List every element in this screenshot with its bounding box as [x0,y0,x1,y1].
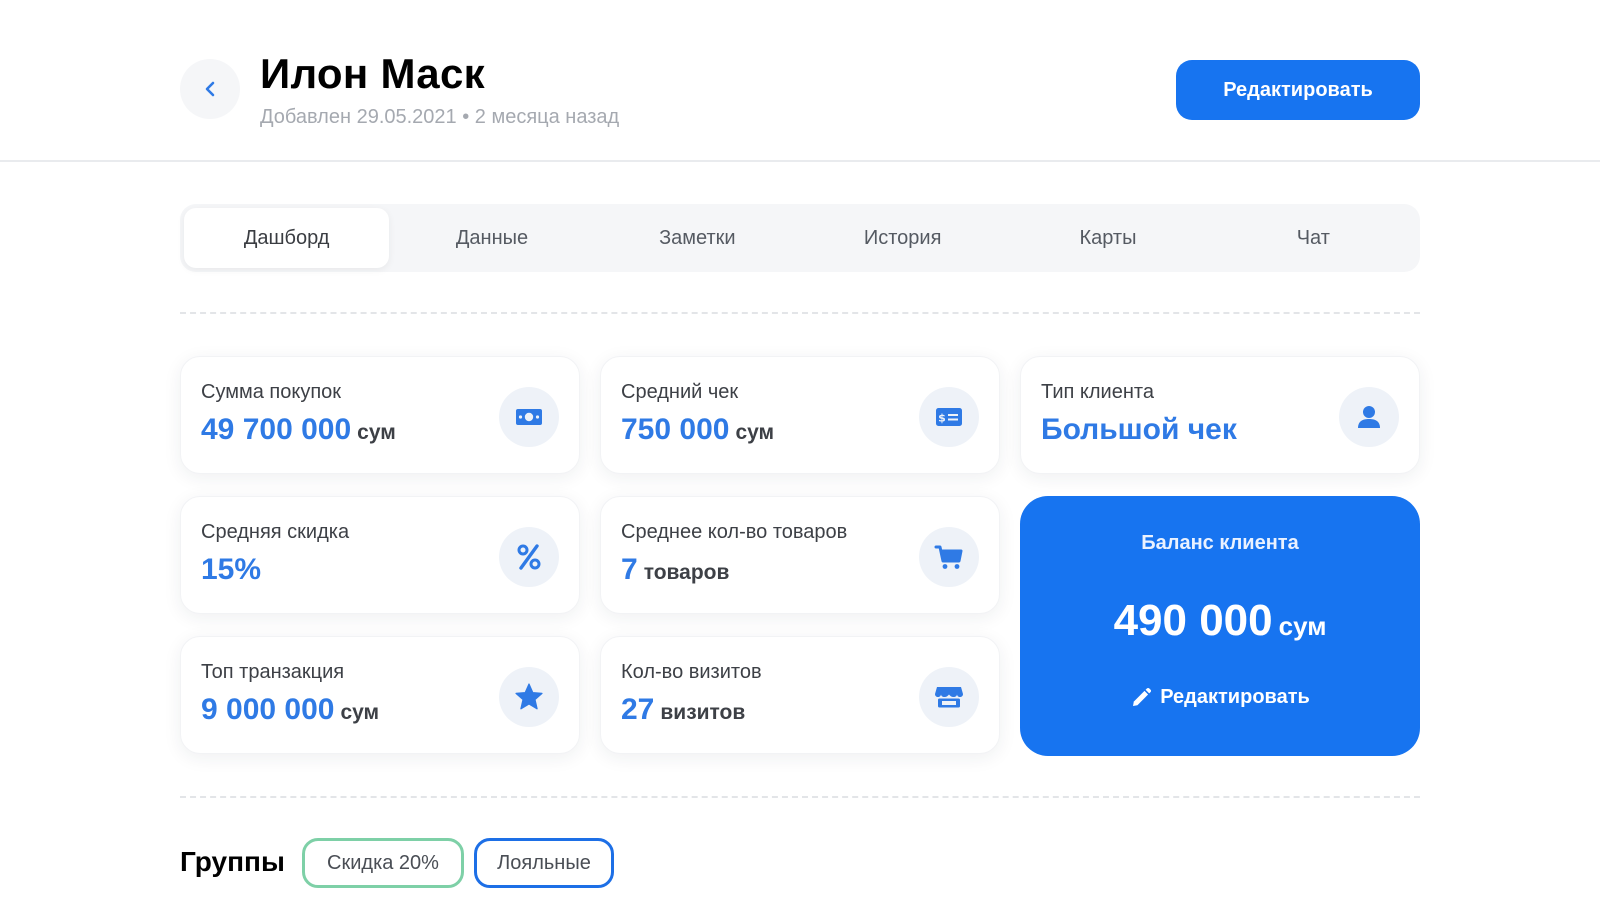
stat-value: 750 000 сум [621,413,774,447]
stat-number: 9 000 000 [201,693,335,726]
store-icon [919,667,979,727]
balance-label: Баланс клиента [1141,532,1299,554]
stat-unit: визитов [660,701,746,724]
group-chip-loyal[interactable]: Лояльные [474,838,614,888]
stat-card-avg-discount: Средняя скидка 15% [180,496,580,614]
tab-data[interactable]: Данные [389,208,594,268]
stat-value: 27 визитов [621,693,745,727]
stat-label: Сумма покупок [201,381,342,403]
user-icon [1339,387,1399,447]
groups-title: Группы [180,846,285,877]
star-icon [499,667,559,727]
stat-card-top-transaction: Топ транзакция 9 000 000 сум [180,636,580,754]
receipt-icon: $ [919,387,979,447]
stat-value: 7 товаров [621,553,729,587]
cart-icon [919,527,979,587]
balance-edit-button[interactable]: Редактировать [1020,686,1420,709]
balance-edit-label: Редактировать [1160,686,1310,708]
stat-number: 15% [201,553,262,586]
stat-label: Тип клиента [1041,381,1154,403]
tab-history[interactable]: История [800,208,1005,268]
stat-unit: товаров [643,561,730,584]
svg-text:$: $ [938,412,946,425]
stat-unit: сум [340,701,380,724]
stat-value: 9 000 000 сум [201,693,379,727]
stat-unit: сум [735,421,775,444]
back-button[interactable] [180,59,240,119]
stat-value: 49 700 000 сум [201,413,396,447]
page-subtitle: Добавлен 29.05.2021 • 2 месяца назад [260,106,620,128]
tab-notes[interactable]: Заметки [595,208,800,268]
client-profile-page: Илон Маск Добавлен 29.05.2021 • 2 месяца… [0,0,1600,900]
tab-cards[interactable]: Карты [1005,208,1210,268]
stat-card-visits: Кол-во визитов 27 визитов [600,636,1000,754]
tab-chat[interactable]: Чат [1211,208,1416,268]
stat-label: Кол-во визитов [621,661,762,683]
tab-bar: Дашборд Данные Заметки История Карты Чат [180,204,1420,272]
section-divider [180,312,1420,314]
stat-number: Большой чек [1041,413,1237,446]
balance-number: 490 000 [1113,596,1273,645]
money-icon [499,387,559,447]
tab-dashboard[interactable]: Дашборд [184,208,390,268]
stat-card-avg-check: Средний чек 750 000 сум $ [600,356,1000,474]
pencil-icon [1133,687,1152,706]
stat-card-client-type: Тип клиента Большой чек [1020,356,1420,474]
section-divider [180,796,1420,798]
stat-card-purchases: Сумма покупок 49 700 000 сум [180,356,580,474]
stat-number: 750 000 [621,413,730,446]
edit-button[interactable]: Редактировать [1176,60,1420,120]
percent-icon [499,527,559,587]
stat-value: 15% [201,553,261,587]
stat-label: Средняя скидка [201,521,350,543]
page-header: Илон Маск Добавлен 29.05.2021 • 2 месяца… [0,0,1600,162]
stat-number: 7 [621,553,638,586]
balance-unit: сум [1278,611,1327,641]
page-title: Илон Маск [260,50,485,97]
balance-card: Баланс клиента 490 000 сум Редактировать [1020,496,1420,756]
stat-unit: сум [357,421,396,444]
stat-value: Большой чек [1041,413,1237,447]
group-chip-discount[interactable]: Скидка 20% [302,838,464,888]
stat-number: 49 700 000 [201,413,352,446]
stat-label: Топ транзакция [201,661,345,683]
stat-card-avg-items: Среднее кол-во товаров 7 товаров [600,496,1000,614]
balance-value: 490 000 сум [1020,596,1420,646]
chevron-left-icon [205,81,215,97]
stat-label: Среднее кол-во товаров [621,521,848,543]
stat-number: 27 [621,693,655,726]
stat-label: Средний чек [621,381,739,403]
